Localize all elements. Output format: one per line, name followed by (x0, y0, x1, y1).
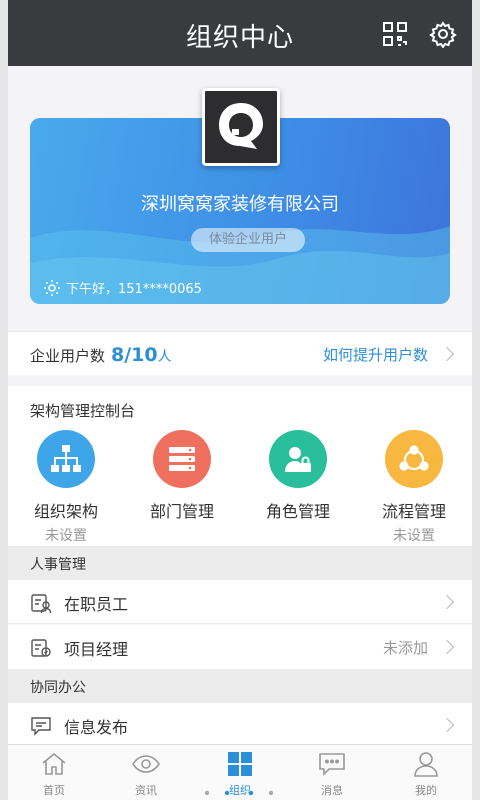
section-title: 人事管理 (30, 557, 86, 573)
tab-news[interactable]: 资讯 (100, 751, 192, 798)
console-title: 架构管理控制台 (30, 402, 136, 420)
department-list-icon (153, 430, 211, 488)
role-lock-icon (269, 430, 327, 488)
architecture-console: 架构管理控制台 组织架构 未设置 部门管理 角色管理 流程管理 未设置 (8, 386, 472, 546)
tile-org-structure[interactable]: 组织架构 未设置 (8, 430, 124, 545)
tab-label: 消息 (321, 784, 343, 797)
row-label: 在职员工 (64, 595, 129, 614)
grid-icon (228, 752, 252, 776)
user-icon (414, 752, 438, 777)
tile-label: 部门管理 (149, 502, 214, 521)
tile-label: 组织架构 (33, 502, 98, 521)
row-label: 项目经理 (64, 640, 129, 659)
left-edge (0, 0, 8, 800)
tile-role-management[interactable]: 角色管理 (240, 430, 356, 525)
bottom-tab-bar: 首页 资讯 组织 消息 我的 (8, 744, 472, 800)
enterprise-users-row[interactable]: 企业用户数 8/10人 如何提升用户数 (8, 331, 472, 375)
sun-icon (44, 279, 60, 300)
app-screen: 组织中心 深圳窝窝家装修有限公司 体验企业用户 下午好，151****0065 … (8, 0, 472, 800)
upgrade-users-link[interactable]: 如何提升用户数 (323, 344, 428, 365)
chevron-right-icon (439, 346, 455, 362)
workflow-icon (385, 430, 443, 488)
list-item-project-manager[interactable]: 项目经理 未添加 (8, 625, 472, 669)
gear-icon[interactable] (429, 20, 457, 49)
home-icon (42, 752, 66, 775)
chevron-right-icon (439, 639, 455, 655)
list-item-active-employees[interactable]: 在职员工 (8, 580, 472, 624)
section-header-hr: 人事管理 (8, 546, 472, 580)
eye-icon (132, 755, 160, 773)
trial-user-badge: 体验企业用户 (191, 228, 305, 252)
tab-label: 首页 (43, 784, 65, 797)
tile-label: 角色管理 (265, 502, 330, 521)
tab-label: 我的 (415, 784, 437, 797)
right-edge (472, 0, 480, 800)
users-unit: 人 (157, 349, 172, 365)
row-label: 信息发布 (64, 718, 129, 737)
qr-code-icon[interactable] (381, 20, 409, 48)
tile-label: 流程管理 (381, 502, 446, 521)
greeting: 下午好，151****0065 (44, 278, 202, 300)
page-indicator (204, 790, 274, 796)
enterprise-users-label: 企业用户数 8/10人 (30, 344, 172, 366)
tab-label: 资讯 (135, 784, 157, 797)
users-label-text: 企业用户数 (30, 347, 106, 365)
company-name: 深圳窝窝家装修有限公司 (141, 194, 339, 215)
chevron-right-icon (439, 717, 455, 733)
employee-card-icon (30, 592, 52, 618)
greeting-text: 下午好，151****0065 (66, 282, 202, 297)
top-bar: 组织中心 (8, 0, 472, 66)
users-count: 8/10 (111, 344, 158, 366)
tile-department-management[interactable]: 部门管理 (124, 430, 240, 525)
list-item-info-publish[interactable]: 信息发布 (8, 703, 472, 747)
tile-status: 未设置 (45, 528, 87, 544)
section-title: 协同办公 (30, 680, 86, 696)
section-header-collab: 协同办公 (8, 669, 472, 703)
company-logo (202, 88, 280, 166)
message-edit-icon (30, 715, 52, 741)
row-status: 未添加 (382, 639, 428, 657)
chat-icon (319, 753, 345, 776)
chevron-right-icon (439, 594, 455, 610)
tab-messages[interactable]: 消息 (286, 751, 378, 798)
tile-workflow-management[interactable]: 流程管理 未设置 (356, 430, 472, 545)
tab-home[interactable]: 首页 (8, 751, 100, 798)
tab-mine[interactable]: 我的 (380, 751, 472, 798)
project-doc-icon (30, 637, 52, 663)
tile-status: 未设置 (393, 528, 435, 544)
org-chart-icon (37, 430, 95, 488)
